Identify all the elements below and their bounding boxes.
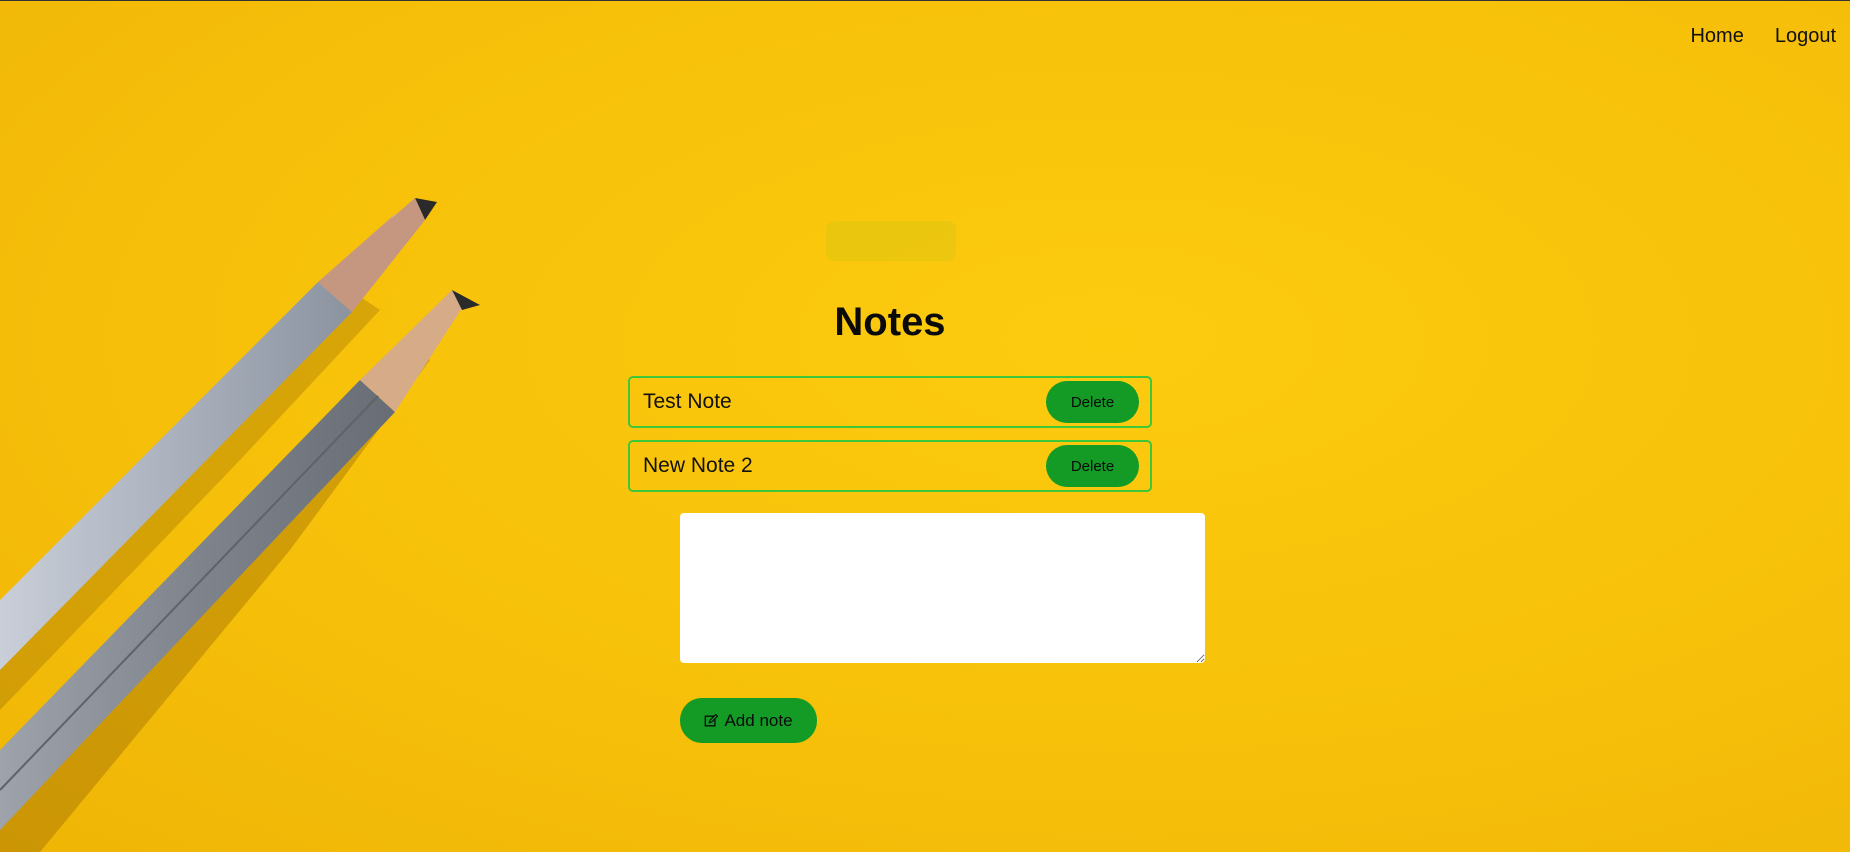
- delete-button[interactable]: Delete: [1046, 381, 1139, 423]
- note-textarea[interactable]: [680, 513, 1205, 663]
- faint-overlay: [826, 221, 956, 261]
- note-item: New Note 2 Delete: [628, 440, 1152, 492]
- note-composer: Add note: [680, 513, 1205, 743]
- note-text: New Note 2: [643, 454, 753, 477]
- pencils-image: [0, 198, 480, 852]
- note-text: Test Note: [643, 390, 732, 413]
- nav-home-link[interactable]: Home: [1690, 25, 1743, 48]
- add-note-label: Add note: [724, 710, 793, 730]
- page-title: Notes: [834, 300, 946, 344]
- notes-list: Test Note Delete New Note 2 Delete: [628, 376, 1152, 504]
- nav-logout-link[interactable]: Logout: [1775, 25, 1836, 48]
- edit-icon: [705, 713, 719, 726]
- top-border: [0, 0, 1850, 1]
- note-item: Test Note Delete: [628, 376, 1152, 428]
- delete-button[interactable]: Delete: [1046, 445, 1139, 487]
- add-note-button[interactable]: Add note: [680, 698, 817, 743]
- top-nav: Home Logout: [1690, 25, 1836, 48]
